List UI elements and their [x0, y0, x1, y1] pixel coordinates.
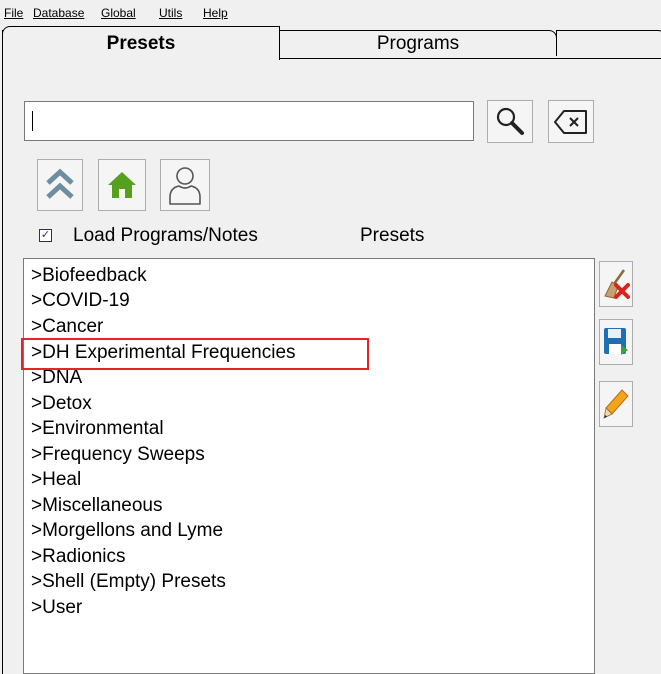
save-disk-icon [604, 328, 628, 355]
list-item[interactable]: >Morgellons and Lyme [31, 520, 223, 542]
tab-programs[interactable]: Programs [279, 30, 557, 56]
tab-third[interactable] [556, 30, 661, 56]
menu-database-label: Database [33, 6, 85, 20]
magnifier-icon [496, 107, 524, 135]
menu-help[interactable]: Help [203, 6, 228, 20]
broom-delete-icon [604, 269, 630, 299]
home-icon [108, 172, 136, 198]
menu-global-label: Global [101, 6, 136, 20]
user-icon [169, 167, 201, 205]
text-caret [32, 111, 33, 131]
list-item[interactable]: >Biofeedback [31, 265, 147, 287]
list-item[interactable]: >Detox [31, 393, 92, 415]
menu-utils-label: Utils [159, 6, 183, 20]
tab-presets[interactable]: Presets [2, 26, 280, 60]
double-chevron-up-icon [46, 168, 74, 199]
menu-help-label: Help [203, 6, 228, 20]
menu-global[interactable]: Global [101, 6, 136, 20]
list-item[interactable]: >Environmental [31, 418, 164, 440]
delete-preset-button[interactable] [599, 261, 633, 307]
backspace-clear-icon [554, 109, 587, 134]
load-programs-checkbox[interactable]: ✓ [39, 229, 52, 242]
list-item[interactable]: >COVID-19 [31, 290, 130, 312]
presets-list[interactable]: >Biofeedback >COVID-19 >Cancer >DH Exper… [23, 258, 595, 674]
load-programs-label: Load Programs/Notes [73, 225, 258, 246]
pencil-edit-icon [603, 389, 629, 419]
go-up-button[interactable] [37, 159, 83, 211]
list-title: Presets [360, 225, 425, 246]
list-item[interactable]: >Heal [31, 469, 81, 491]
list-item[interactable]: >User [31, 597, 82, 619]
list-item[interactable]: >Radionics [31, 546, 126, 568]
menu-file[interactable]: File [4, 6, 23, 20]
home-button[interactable] [98, 159, 146, 211]
search-button[interactable] [487, 100, 533, 143]
tab-presets-label: Presets [106, 33, 176, 54]
user-button[interactable] [160, 159, 210, 211]
list-item[interactable]: >Shell (Empty) Presets [31, 571, 226, 593]
menu-database[interactable]: Database [33, 6, 84, 20]
tab-baseline [280, 58, 661, 59]
clear-search-button[interactable] [548, 100, 594, 143]
edit-preset-button[interactable] [599, 381, 633, 427]
tab-strip: Presets Programs [0, 26, 661, 60]
menu-utils[interactable]: Utils [159, 6, 182, 20]
search-input[interactable] [24, 101, 474, 141]
tab-programs-label: Programs [376, 33, 460, 54]
highlight-box [21, 338, 369, 370]
list-item[interactable]: >Frequency Sweeps [31, 444, 205, 466]
save-preset-button[interactable] [599, 319, 633, 365]
list-item[interactable]: >Cancer [31, 316, 103, 338]
panel-left-border [2, 30, 3, 674]
menu-bar: File Database Global Utils Help [0, 0, 661, 24]
list-item[interactable]: >Miscellaneous [31, 495, 163, 517]
menu-file-label: File [4, 6, 24, 20]
list-item[interactable]: >DNA [31, 367, 82, 389]
